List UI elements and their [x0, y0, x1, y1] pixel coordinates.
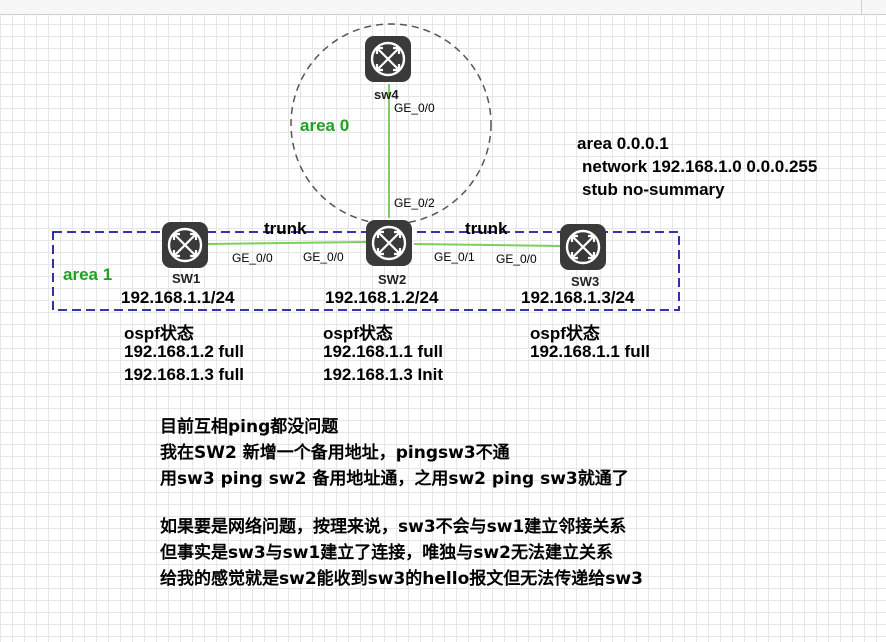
sw2-ip: 192.168.1.2/24	[325, 288, 439, 307]
trunk-label-left: trunk	[264, 219, 307, 238]
note-line-6: 但事实是sw3与sw1建立了连接，唯独与sw2无法建立关系	[160, 543, 613, 563]
area0-label: area 0	[300, 116, 350, 135]
sw2-ospf-line-2: 192.168.1.3 Init	[323, 365, 444, 384]
config-line-1: area 0.0.0.1	[577, 134, 669, 153]
sw3-name: SW3	[571, 274, 600, 289]
note-line-7: 给我的感觉就是sw2能收到sw3的hello报文但无法传递给sw3	[160, 569, 643, 589]
sw2-ospf-title: ospf状态	[323, 324, 393, 343]
note-line-1: 目前互相ping都没问题	[160, 417, 339, 437]
router-icon-sw2[interactable]	[364, 218, 414, 268]
area1-label: area 1	[63, 265, 113, 284]
link-sw1-sw2	[207, 241, 367, 245]
sw2-ospf-line-1: 192.168.1.1 full	[323, 342, 444, 361]
sw2-name: SW2	[378, 272, 407, 287]
sw1-ospf-title: ospf状态	[124, 324, 194, 343]
sw2-port-up-label: GE_0/2	[394, 196, 435, 210]
note-line-3: 用sw3 ping sw2 备用地址通，之用sw2 ping sw3就通了	[160, 469, 629, 489]
sw1-port-label: GE_0/0	[232, 251, 273, 265]
config-line-2: network 192.168.1.0 0.0.0.255	[582, 157, 818, 176]
config-line-3: stub no-summary	[582, 180, 725, 199]
sw2-port-left-label: GE_0/0	[303, 250, 344, 264]
note-line-2: 我在SW2 新增一个备用地址，pingsw3不通	[160, 443, 510, 463]
sw3-ip: 192.168.1.3/24	[521, 288, 635, 307]
trunk-label-right: trunk	[465, 219, 508, 238]
sw3-ospf-title: ospf状态	[530, 324, 600, 343]
router-icon-sw4[interactable]	[363, 34, 413, 84]
router-icon-sw3[interactable]	[558, 222, 608, 272]
sw1-name: SW1	[172, 271, 201, 286]
sw1-ip: 192.168.1.1/24	[121, 288, 235, 307]
sw1-ospf-line-2: 192.168.1.3 full	[124, 365, 245, 384]
sw4-port-label: GE_0/0	[394, 101, 435, 115]
link-sw2-sw3	[413, 243, 561, 247]
sw3-ospf-line-1: 192.168.1.1 full	[530, 342, 651, 361]
sw1-ospf-line-1: 192.168.1.2 full	[124, 342, 245, 361]
sw3-port-label: GE_0/0	[496, 252, 537, 266]
sw4-name: sw4	[374, 87, 399, 102]
router-icon-sw1[interactable]	[160, 220, 210, 270]
sw2-port-right-label: GE_0/1	[434, 250, 475, 264]
note-line-5: 如果要是网络问题，按理来说，sw3不会与sw1建立邻接关系	[160, 517, 627, 537]
